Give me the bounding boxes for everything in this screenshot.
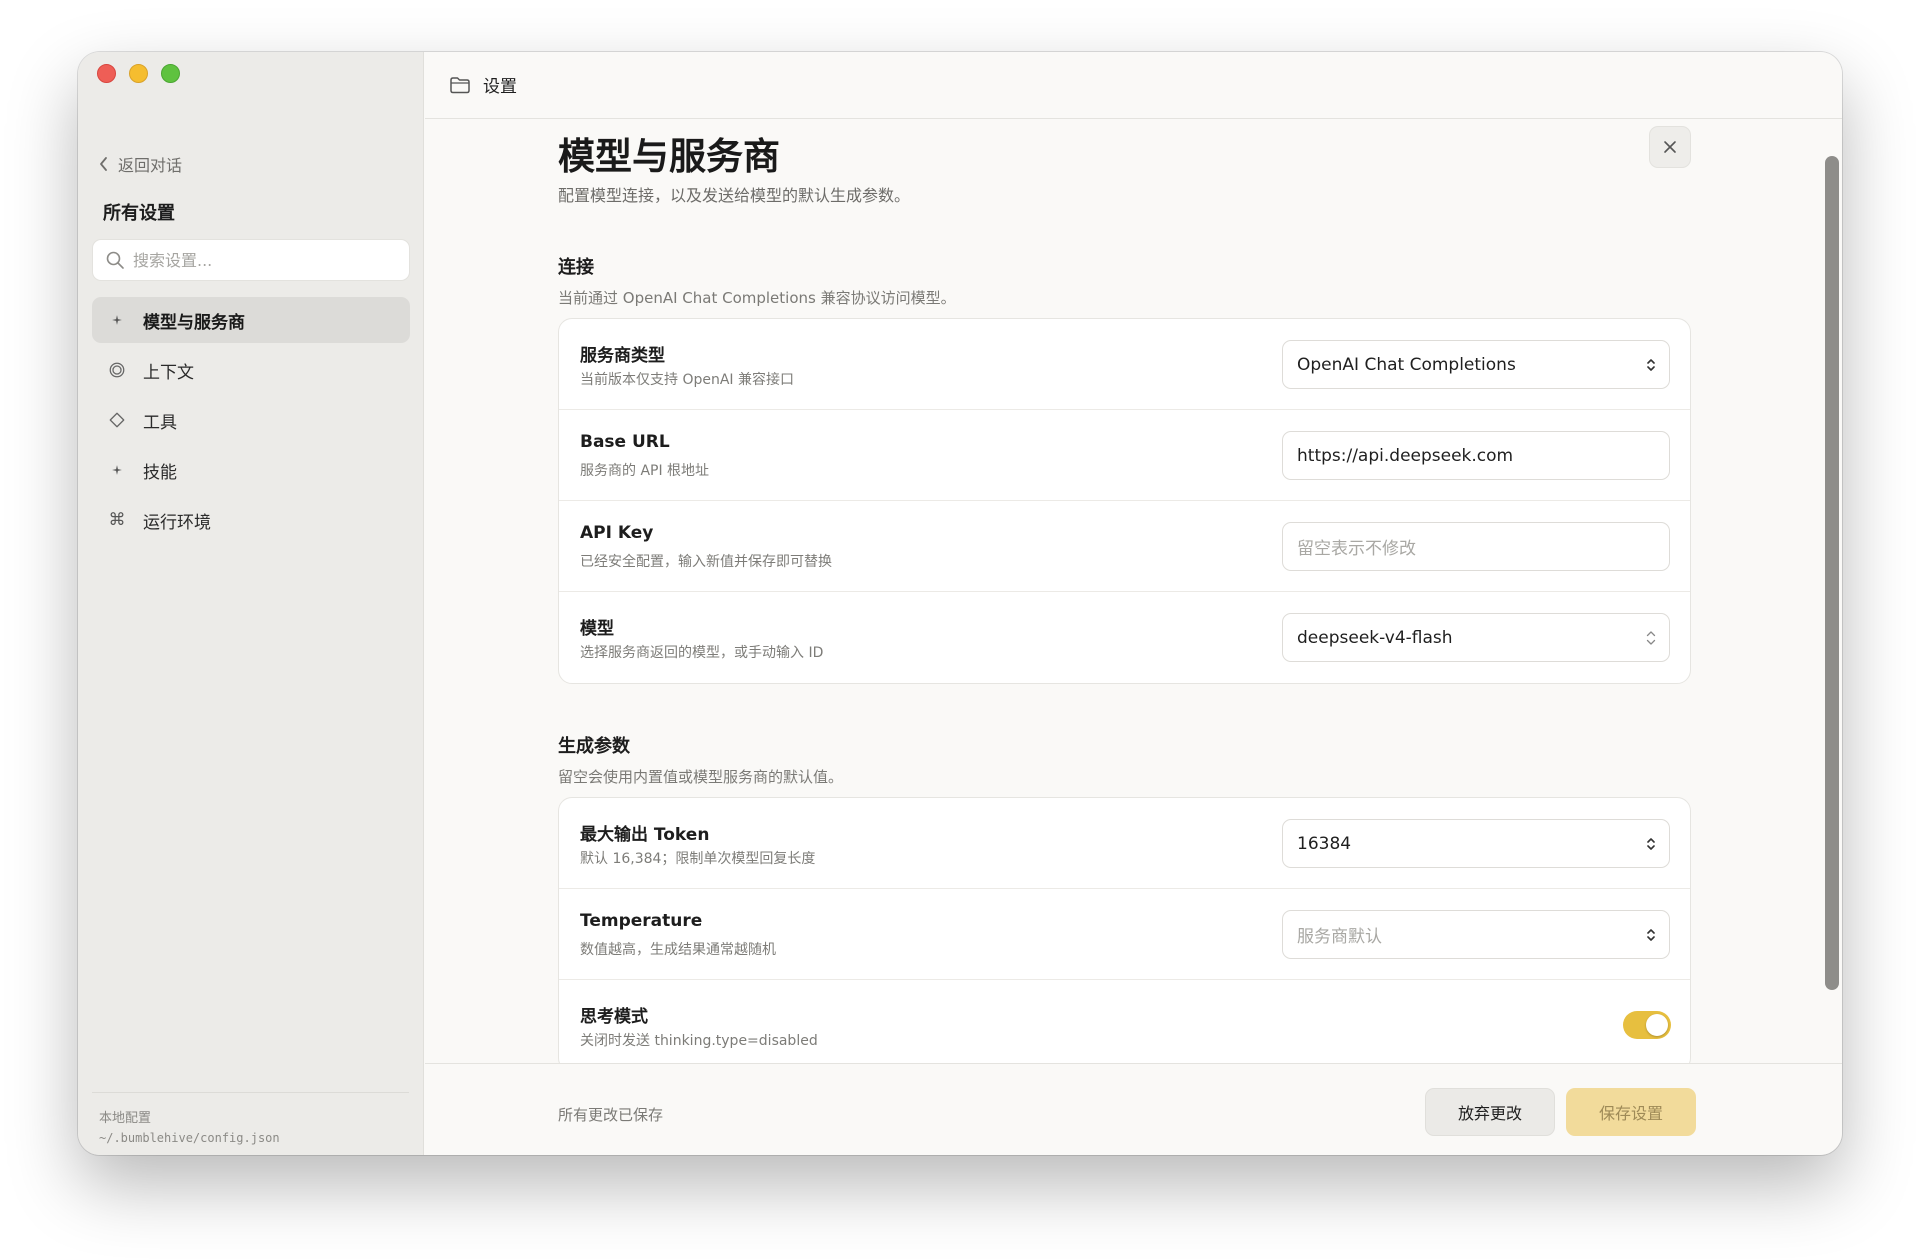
row-hint: 服务商的 API 根地址 [580, 463, 710, 479]
row-label: Base URL [580, 432, 670, 452]
connection-section-description: 当前通过 OpenAI Chat Completions 兼容协议访问模型。 [558, 289, 956, 307]
sparkle-icon [107, 310, 127, 330]
sidebar-item-label: 运行环境 [143, 512, 211, 533]
command-icon: ⌘ [108, 510, 126, 530]
page-title: 模型与服务商 [558, 135, 780, 178]
main-panel: 设置 模型与服务商 配置模型连接，以及发送给模型的默认生成参数。 连接 当前通过… [425, 52, 1842, 1155]
input-placeholder: 留空表示不修改 [1297, 539, 1416, 559]
thinking-mode-toggle[interactable] [1623, 1011, 1671, 1039]
page-description: 配置模型连接，以及发送给模型的默认生成参数。 [558, 186, 911, 205]
row-label: 服务商类型 [580, 346, 665, 366]
sidebar-item-label: 模型与服务商 [143, 312, 245, 333]
max-tokens-stepper[interactable]: 16384 [1282, 819, 1670, 868]
settings-window: 返回对话 所有设置 模型与服务商 上下文 [78, 52, 1842, 1155]
temperature-stepper[interactable]: 服务商默认 [1282, 910, 1670, 959]
sidebar: 返回对话 所有设置 模型与服务商 上下文 [78, 52, 424, 1155]
row-hint: 默认 16,384；限制单次模型回复长度 [580, 851, 816, 867]
folder-icon [450, 76, 470, 93]
stepper-placeholder: 服务商默认 [1297, 927, 1382, 947]
sidebar-item-runtime[interactable]: ⌘ 运行环境 [92, 497, 410, 543]
sidebar-item-label: 上下文 [143, 362, 194, 383]
save-status: 所有更改已保存 [558, 1106, 664, 1124]
settings-nav: 模型与服务商 上下文 工具 技能 ⌘ 运行环境 [92, 297, 410, 547]
sidebar-item-tools[interactable]: 工具 [92, 397, 410, 443]
row-label: Temperature [580, 911, 703, 931]
chevron-left-icon [100, 157, 107, 171]
base-url-input[interactable]: https://api.deepseek.com [1282, 431, 1670, 480]
chevron-updown-icon [1647, 359, 1655, 371]
scrollbar-thumb[interactable] [1825, 156, 1839, 990]
input-value: https://api.deepseek.com [1297, 445, 1514, 466]
settings-scroll-area[interactable]: 模型与服务商 配置模型连接，以及发送给模型的默认生成参数。 连接 当前通过 Op… [425, 120, 1842, 1121]
diamond-icon [107, 410, 127, 430]
config-label: 本地配置 [99, 1111, 152, 1126]
breadcrumb-label: 设置 [483, 77, 517, 97]
connection-section-title: 连接 [558, 257, 594, 278]
close-settings-button[interactable] [1649, 126, 1691, 168]
row-hint: 当前版本仅支持 OpenAI 兼容接口 [580, 372, 794, 388]
row-label: 模型 [580, 619, 614, 639]
sidebar-item-label: 工具 [143, 412, 177, 433]
model-combobox[interactable]: deepseek-v4-flash [1282, 613, 1670, 662]
sidebar-item-context[interactable]: 上下文 [92, 347, 410, 393]
combobox-value: deepseek-v4-flash [1297, 627, 1453, 648]
chevron-updown-icon [1646, 631, 1656, 645]
row-hint: 选择服务商返回的模型，或手动输入 ID [580, 645, 824, 661]
window-controls [97, 64, 180, 83]
base-url-row: Base URL 服务商的 API 根地址 https://api.deepse… [559, 410, 1690, 501]
context-ring-icon [107, 360, 127, 380]
provider-type-row: 服务商类型 当前版本仅支持 OpenAI 兼容接口 OpenAI Chat Co… [559, 319, 1690, 410]
config-path: ~/.bumblehive/config.json [99, 1131, 280, 1145]
back-label: 返回对话 [118, 156, 183, 175]
provider-type-select[interactable]: OpenAI Chat Completions [1282, 340, 1670, 389]
save-settings-button[interactable]: 保存设置 [1566, 1088, 1696, 1136]
minimize-window-button[interactable] [129, 64, 148, 83]
close-window-button[interactable] [97, 64, 116, 83]
connection-card: 服务商类型 当前版本仅支持 OpenAI 兼容接口 OpenAI Chat Co… [558, 318, 1691, 684]
row-label: API Key [580, 523, 654, 543]
temperature-row: Temperature 数值越高，生成结果通常越随机 服务商默认 [559, 889, 1690, 980]
back-to-chat-link[interactable]: 返回对话 [98, 152, 182, 176]
generation-section-description: 留空会使用内置值或模型服务商的默认值。 [558, 768, 844, 786]
sidebar-item-models[interactable]: 模型与服务商 [92, 297, 410, 343]
generation-card: 最大输出 Token 默认 16,384；限制单次模型回复长度 16384 Te… [558, 797, 1691, 1072]
row-label: 思考模式 [580, 1007, 648, 1027]
generation-section-title: 生成参数 [558, 736, 630, 757]
max-tokens-row: 最大输出 Token 默认 16,384；限制单次模型回复长度 16384 [559, 798, 1690, 889]
sparkle-icon [107, 460, 127, 480]
model-row: 模型 选择服务商返回的模型，或手动输入 ID deepseek-v4-flash [559, 592, 1690, 683]
breadcrumb: 设置 [449, 72, 517, 97]
thinking-mode-row: 思考模式 关闭时发送 thinking.type=disabled [559, 980, 1690, 1071]
action-bar: 所有更改已保存 放弃更改 保存设置 [425, 1063, 1842, 1155]
sidebar-item-skills[interactable]: 技能 [92, 447, 410, 493]
search-icon [106, 251, 124, 269]
stepper-value: 16384 [1297, 833, 1352, 854]
toggle-knob [1646, 1014, 1668, 1036]
sidebar-title: 所有设置 [103, 203, 175, 224]
sidebar-item-label: 技能 [143, 462, 177, 483]
api-key-input[interactable]: 留空表示不修改 [1282, 522, 1670, 571]
row-hint: 数值越高，生成结果通常越随机 [580, 942, 776, 958]
row-hint: 关闭时发送 thinking.type=disabled [580, 1033, 818, 1049]
discard-changes-button[interactable]: 放弃更改 [1425, 1088, 1555, 1136]
topbar: 设置 [425, 52, 1842, 119]
close-icon [1664, 141, 1676, 153]
row-label: 最大输出 Token [580, 825, 710, 845]
settings-search[interactable] [92, 239, 410, 281]
chevron-updown-icon [1647, 929, 1655, 941]
select-value: OpenAI Chat Completions [1297, 354, 1516, 375]
zoom-window-button[interactable] [161, 64, 180, 83]
api-key-row: API Key 已经安全配置，输入新值并保存即可替换 留空表示不修改 [559, 501, 1690, 592]
chevron-updown-icon [1647, 838, 1655, 850]
local-config-info: 本地配置 ~/.bumblehive/config.json [92, 1092, 409, 1145]
search-input[interactable] [133, 250, 393, 270]
row-hint: 已经安全配置，输入新值并保存即可替换 [580, 554, 832, 570]
